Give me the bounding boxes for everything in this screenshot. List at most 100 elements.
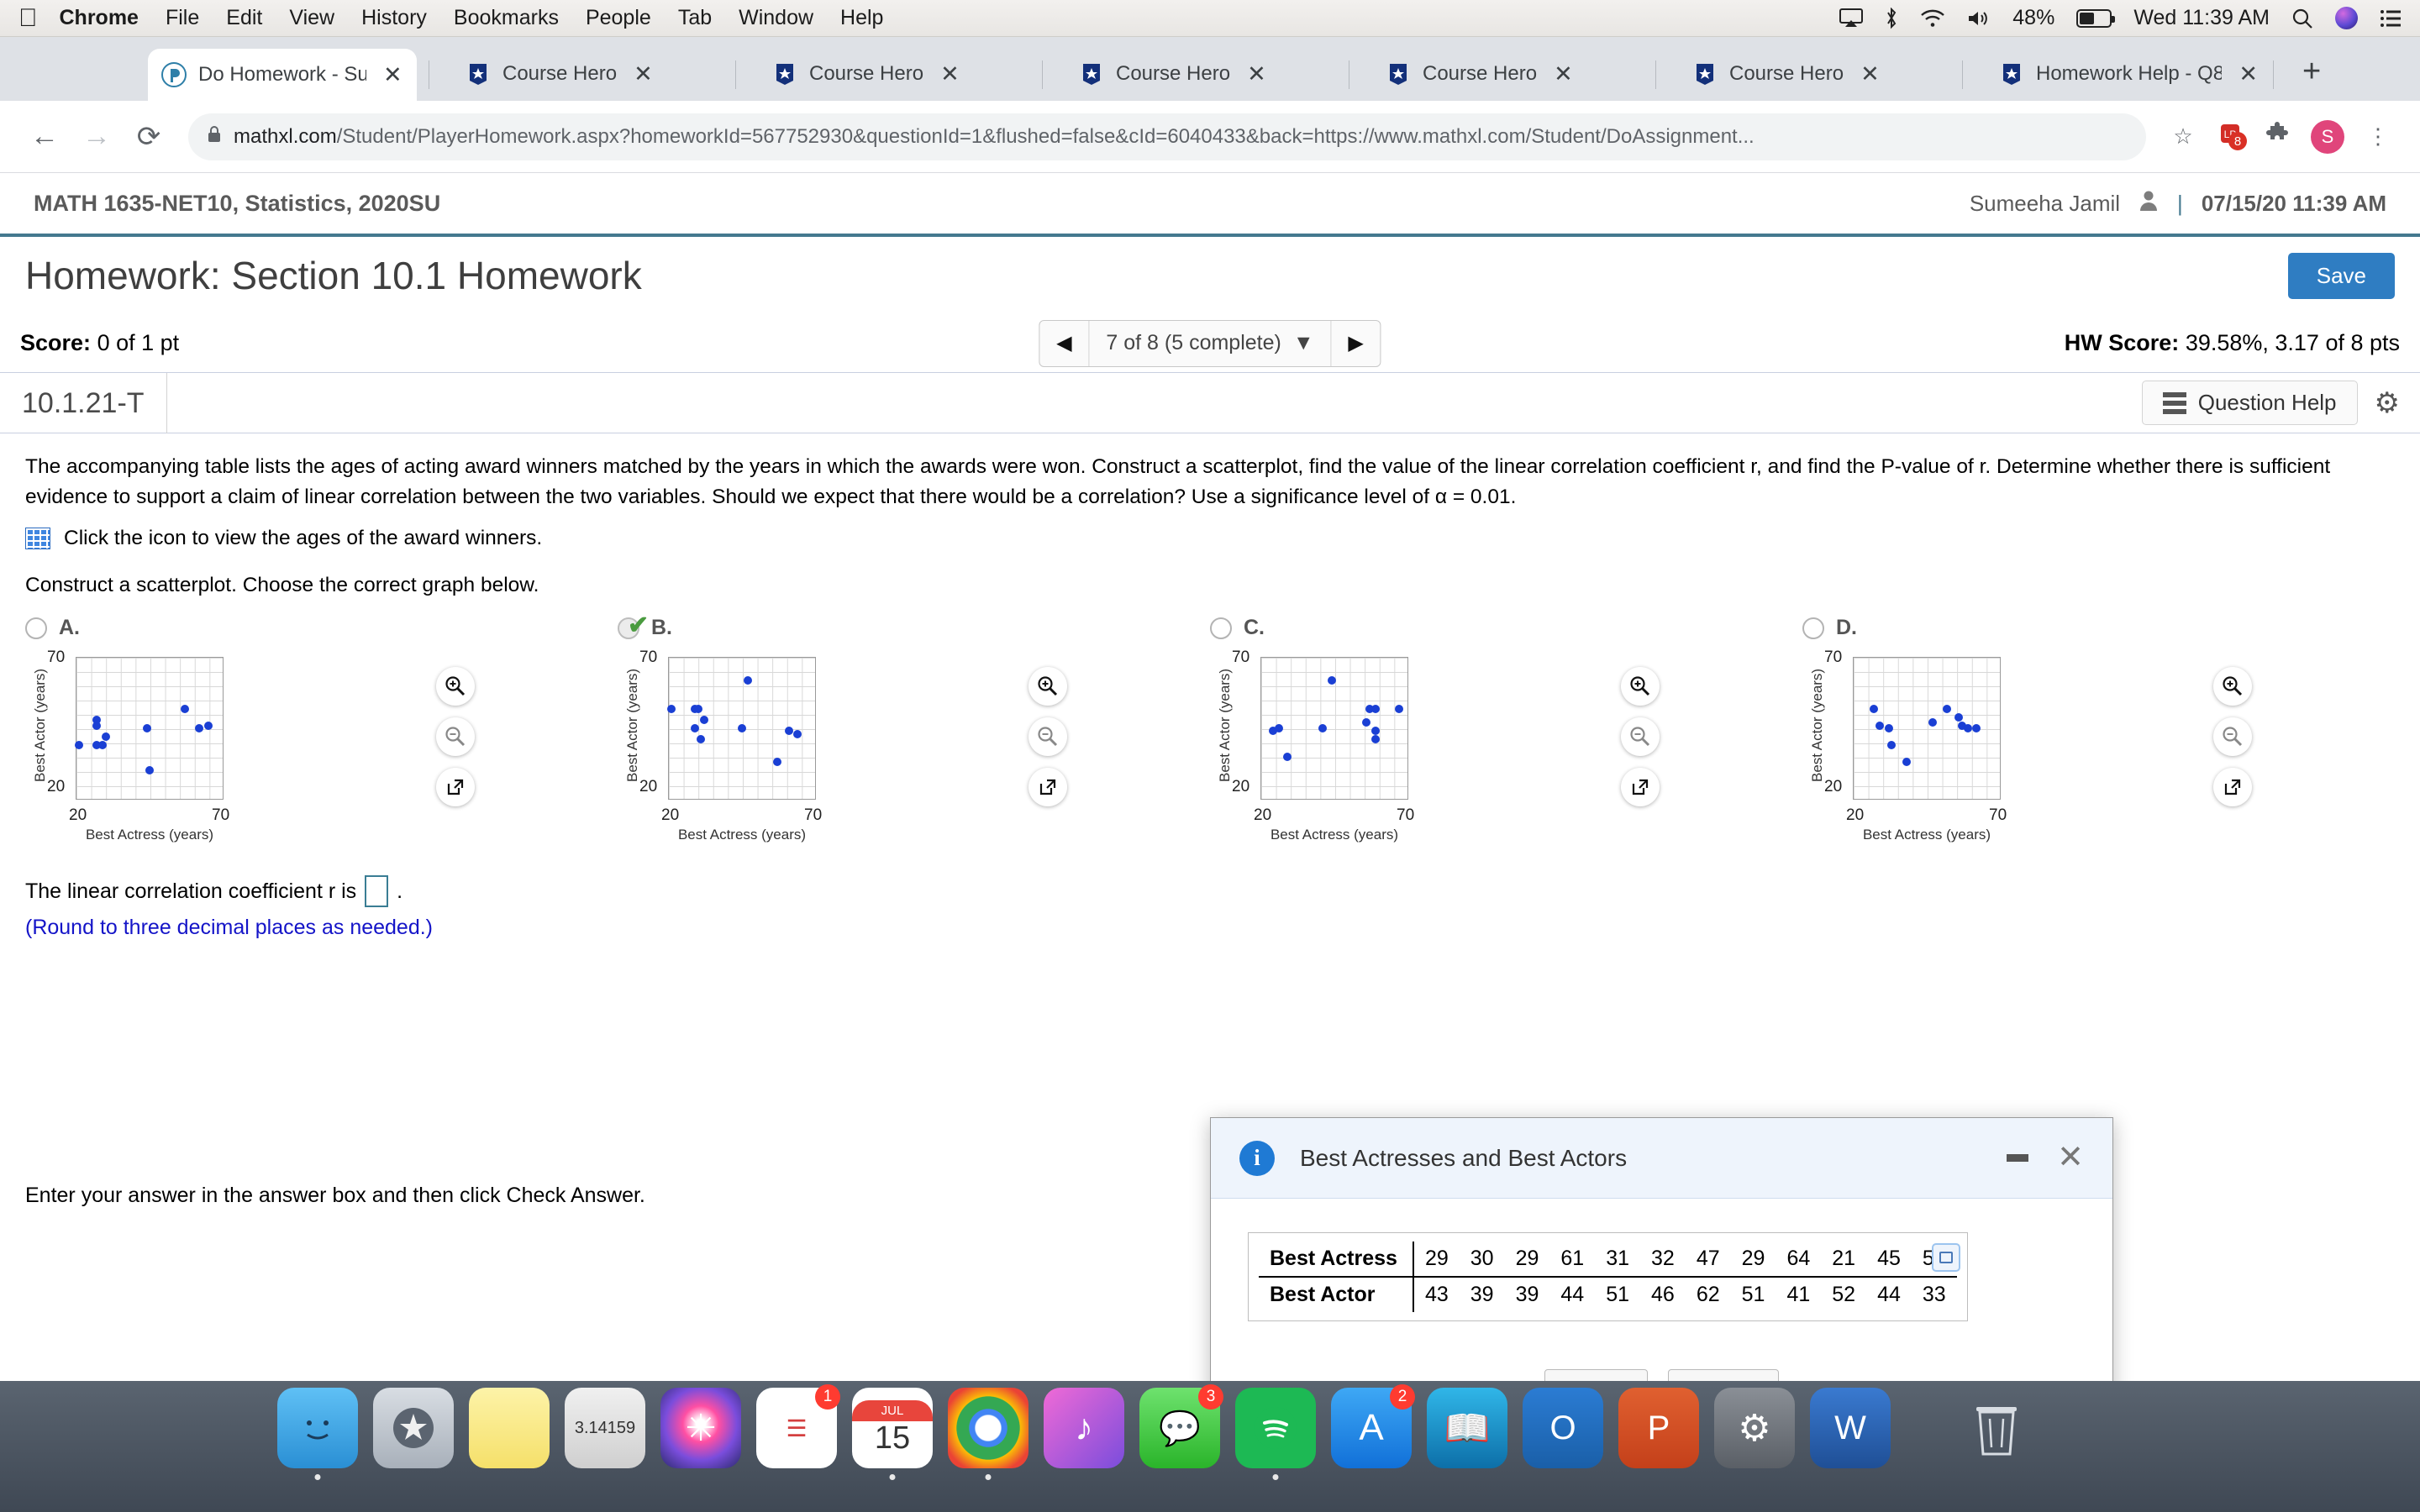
gear-icon[interactable]: ⚙ xyxy=(2375,386,2400,420)
dock-item-messages[interactable]: 💬 3 xyxy=(1139,1384,1223,1468)
tab-close-icon-0[interactable]: ✕ xyxy=(383,62,402,88)
dock-item-system-preferences[interactable]: ⚙ xyxy=(1714,1388,1795,1468)
done-button[interactable]: Done xyxy=(1668,1369,1780,1381)
table-icon[interactable] xyxy=(25,528,50,550)
chrome-menu-icon[interactable]: ⋮ xyxy=(2354,123,2402,150)
airplay-icon[interactable] xyxy=(1839,8,1864,29)
control-center-icon[interactable] xyxy=(2380,9,2402,28)
popout-icon[interactable] xyxy=(1621,768,1660,807)
choice-a-header[interactable]: A. xyxy=(25,616,618,640)
tab-close-icon-4[interactable]: ✕ xyxy=(1554,61,1573,87)
copy-to-clipboard-icon[interactable] xyxy=(1931,1243,1960,1272)
wifi-icon[interactable] xyxy=(1920,9,1945,28)
radio-button-a[interactable] xyxy=(25,617,47,639)
menu-item-bookmarks[interactable]: Bookmarks xyxy=(454,6,559,30)
menu-item-file[interactable]: File xyxy=(166,6,199,30)
choice-c[interactable]: C. Best Actor (years) 70 20 20 70 Best A… xyxy=(1210,616,1802,843)
dock-item-calendar[interactable]: JUL 15 xyxy=(852,1388,933,1480)
reload-button[interactable]: ⟳ xyxy=(123,120,175,154)
back-button[interactable]: ← xyxy=(18,120,71,153)
apple-logo-icon[interactable]:  xyxy=(18,5,38,31)
question-selector[interactable]: 7 of 8 (5 complete) ▼ xyxy=(1088,320,1332,366)
dock-item-launchpad[interactable] xyxy=(373,1388,454,1468)
print-button[interactable]: Print xyxy=(1544,1369,1649,1381)
zoom-out-icon[interactable] xyxy=(436,717,475,757)
tab-close-icon-3[interactable]: ✕ xyxy=(1247,61,1266,87)
dock-item-calculator[interactable]: 3.14159 xyxy=(565,1388,645,1468)
dock-item-word[interactable]: W xyxy=(1810,1388,1891,1468)
save-button[interactable]: Save xyxy=(2287,252,2395,299)
menu-item-window[interactable]: Window xyxy=(739,6,813,30)
browser-tab-6[interactable]: Homework Help - Q8 ✕ xyxy=(1986,47,2271,101)
browser-tab-5[interactable]: Course Hero ✕ xyxy=(1679,47,1948,101)
question-help-button[interactable]: Question Help xyxy=(2141,381,2358,425)
menu-item-view[interactable]: View xyxy=(289,6,334,30)
dock-item-powerpoint[interactable]: P xyxy=(1618,1388,1699,1468)
battery-icon[interactable] xyxy=(2076,8,2116,28)
zoom-in-icon[interactable] xyxy=(1621,667,1660,706)
zoom-out-icon[interactable] xyxy=(1621,717,1660,757)
zoom-out-icon[interactable] xyxy=(2213,717,2252,757)
next-question-button[interactable]: ▶ xyxy=(1332,331,1381,355)
choice-d-header[interactable]: D. xyxy=(1802,616,2395,640)
new-tab-button[interactable]: + xyxy=(2302,55,2321,87)
bluetooth-icon[interactable] xyxy=(1885,7,1898,29)
close-icon[interactable]: ✕ xyxy=(2057,1142,2084,1173)
spotlight-search-icon[interactable] xyxy=(2291,8,2313,29)
zoom-in-icon[interactable] xyxy=(1028,667,1067,706)
browser-tab-3[interactable]: Course Hero ✕ xyxy=(1065,47,1334,101)
menu-item-help[interactable]: Help xyxy=(840,6,883,30)
profile-avatar[interactable]: S xyxy=(2311,119,2344,154)
radio-button-b[interactable]: ✔ xyxy=(618,612,649,639)
menubar-clock[interactable]: Wed 11:39 AM xyxy=(2133,6,2270,30)
forward-button[interactable]: → xyxy=(71,120,123,153)
choice-a[interactable]: A. Best Actor (years) 70 20 20 70 Best A… xyxy=(25,616,618,843)
zoom-in-icon[interactable] xyxy=(2213,667,2252,706)
dock-item-kindle[interactable]: 📖 xyxy=(1427,1388,1507,1468)
siri-icon[interactable] xyxy=(2335,7,2358,29)
scatterplot-b[interactable]: Best Actor (years) 70 20 20 70 Best Actr… xyxy=(618,648,1210,843)
menu-item-people[interactable]: People xyxy=(586,6,651,30)
radio-button-c[interactable] xyxy=(1210,617,1232,639)
prev-question-button[interactable]: ◀ xyxy=(1039,331,1088,355)
menu-item-history[interactable]: History xyxy=(361,6,427,30)
dock-item-app-store[interactable]: A 2 xyxy=(1331,1384,1415,1468)
popout-icon[interactable] xyxy=(1028,768,1067,807)
menu-item-edit[interactable]: Edit xyxy=(226,6,262,30)
choice-b-header[interactable]: ✔ B. xyxy=(618,612,1210,640)
extensions-puzzle-icon[interactable] xyxy=(2254,122,2301,151)
browser-tab-4[interactable]: Course Hero ✕ xyxy=(1372,47,1641,101)
tab-close-icon-2[interactable]: ✕ xyxy=(940,61,960,87)
tab-close-icon-6[interactable]: ✕ xyxy=(2238,61,2258,87)
extension-lastpass-icon[interactable]: LP 8 xyxy=(2207,121,2254,152)
dock-item-photos[interactable]: ✳ xyxy=(660,1388,741,1468)
dock-item-reminders[interactable]: ☰ 1 xyxy=(756,1384,840,1468)
minimize-icon[interactable] xyxy=(2007,1153,2029,1162)
browser-tab-0[interactable]: Do Homework - Sum ✕ xyxy=(148,49,417,101)
address-bar[interactable]: mathxl.com /Student/PlayerHomework.aspx?… xyxy=(188,113,2146,160)
dock-item-chrome[interactable] xyxy=(948,1388,1028,1480)
scatterplot-c[interactable]: Best Actor (years) 70 20 20 70 Best Actr… xyxy=(1210,648,1802,843)
choice-d[interactable]: D. Best Actor (years) 70 20 20 70 Best A… xyxy=(1802,616,2395,843)
dock-item-trash[interactable] xyxy=(1956,1388,2037,1468)
bookmark-star-icon[interactable]: ☆ xyxy=(2160,123,2207,150)
popout-icon[interactable] xyxy=(436,768,475,807)
user-avatar-icon[interactable] xyxy=(2139,190,2159,218)
menu-item-chrome[interactable]: Chrome xyxy=(60,6,139,30)
dock-item-spotify[interactable] xyxy=(1235,1388,1316,1480)
popout-icon[interactable] xyxy=(2213,768,2252,807)
browser-tab-1[interactable]: Course Hero ✕ xyxy=(452,47,721,101)
tab-close-icon-5[interactable]: ✕ xyxy=(1860,61,1880,87)
scatterplot-d[interactable]: Best Actor (years) 70 20 20 70 Best Actr… xyxy=(1802,648,2395,843)
scatterplot-a[interactable]: Best Actor (years) 70 20 20 70 Best Actr… xyxy=(25,648,618,843)
choice-b[interactable]: ✔ B. Best Actor (years) 70 20 20 70 Best… xyxy=(618,612,1210,843)
dock-item-outlook[interactable]: O xyxy=(1523,1388,1603,1468)
answer-input[interactable] xyxy=(365,875,389,908)
menu-item-tab[interactable]: Tab xyxy=(678,6,712,30)
data-table-link-row[interactable]: Click the icon to view the ages of the a… xyxy=(25,527,2395,550)
choice-c-header[interactable]: C. xyxy=(1210,616,1802,640)
zoom-out-icon[interactable] xyxy=(1028,717,1067,757)
dock-item-notes[interactable] xyxy=(469,1388,550,1468)
browser-tab-2[interactable]: Course Hero ✕ xyxy=(759,47,1028,101)
dock-item-finder[interactable] xyxy=(277,1388,358,1480)
